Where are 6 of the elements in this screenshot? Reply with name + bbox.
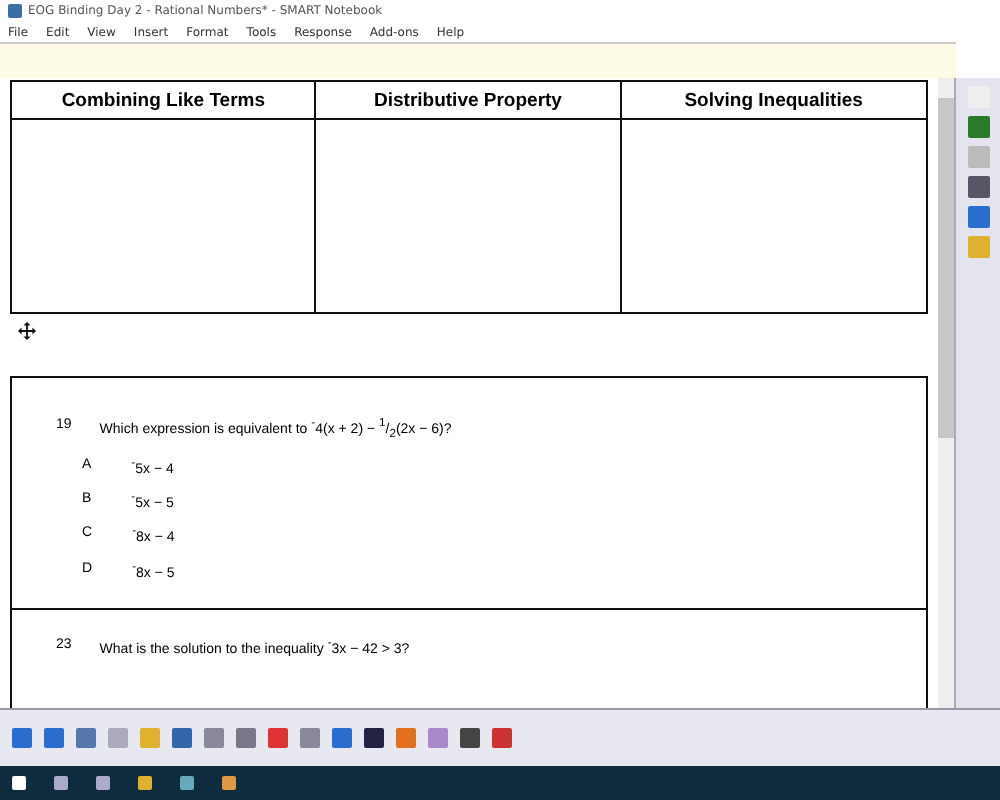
- scrollbar-thumb[interactable]: [938, 98, 954, 438]
- column-header: Combining Like Terms: [12, 82, 317, 120]
- column-header: Distributive Property: [316, 82, 622, 120]
- column-header: Solving Inequalities: [621, 82, 926, 120]
- app-icon: [8, 4, 22, 18]
- move-handle-icon[interactable]: [18, 322, 36, 340]
